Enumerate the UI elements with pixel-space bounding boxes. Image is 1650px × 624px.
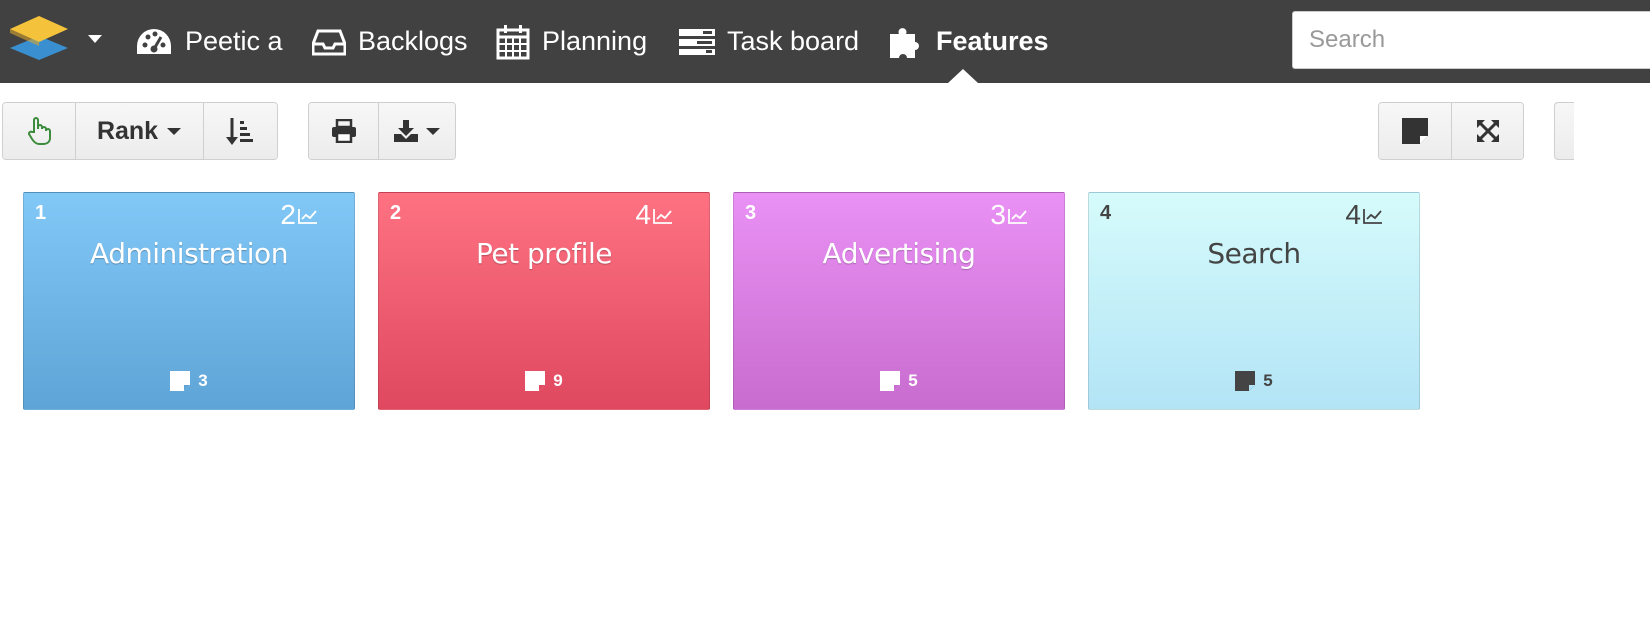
feature-card-search[interactable]: 4 4 Search 5 <box>1088 192 1420 410</box>
nav-project[interactable]: Peetic a <box>135 0 283 83</box>
feature-title: Pet profile <box>476 237 612 270</box>
feature-rank: 1 <box>35 202 47 224</box>
feature-rank: 3 <box>745 202 757 224</box>
print-icon <box>331 119 356 143</box>
feature-story-count: 5 <box>908 371 918 390</box>
sticky-note-icon <box>1402 118 1428 144</box>
more-options-button[interactable] <box>1554 102 1574 160</box>
feature-title: Advertising <box>822 237 976 270</box>
calendar-icon <box>496 24 530 59</box>
select-mode-button[interactable] <box>3 103 77 159</box>
feature-card-advertising[interactable]: 3 3 Advertising 5 <box>733 192 1065 410</box>
sticky-note-icon <box>525 371 546 391</box>
nav-item-label: Features <box>936 26 1049 56</box>
tasks-icon <box>679 28 715 55</box>
line-chart-icon <box>1008 209 1027 224</box>
line-chart-icon <box>653 209 672 224</box>
feature-stories: 3 <box>24 371 354 391</box>
nav-item-label: Task board <box>727 26 860 56</box>
sort-icon <box>226 118 254 145</box>
app-logo-icon[interactable] <box>8 14 70 64</box>
line-chart-icon <box>1363 209 1382 224</box>
feature-story-count: 9 <box>553 371 563 390</box>
hand-pointer-icon <box>28 117 52 145</box>
feature-points: 4 <box>1345 199 1361 230</box>
nav-item-backlogs[interactable]: Backlogs <box>312 0 468 83</box>
top-navbar: Peetic a Backlogs Planning Task board Fe… <box>0 0 1650 83</box>
feature-story-count: 3 <box>198 371 208 390</box>
nav-item-label: Planning <box>542 26 648 56</box>
feature-stories: 5 <box>734 371 1064 391</box>
expand-icon <box>1476 120 1499 142</box>
feature-points: 4 <box>635 199 651 230</box>
nav-item-label: Backlogs <box>358 26 468 56</box>
feature-card-administration[interactable]: 1 2 Administration 3 <box>23 192 355 410</box>
search-input[interactable] <box>1292 11 1650 69</box>
rank-label: Rank <box>96 116 159 145</box>
sticky-note-icon <box>170 371 191 391</box>
download-dropdown-button[interactable] <box>379 103 455 159</box>
chevron-down-icon[interactable] <box>86 30 104 48</box>
postit-size-button[interactable] <box>1379 103 1452 159</box>
puzzle-icon <box>890 27 919 58</box>
feature-points: 2 <box>280 199 296 230</box>
nav-item-planning[interactable]: Planning <box>496 0 647 83</box>
download-icon <box>394 120 419 142</box>
feature-title: Search <box>1207 237 1301 270</box>
feature-story-count: 5 <box>1263 371 1273 390</box>
feature-card-pet-profile[interactable]: 2 4 Pet profile 9 <box>378 192 710 410</box>
toolbar-group-export <box>308 102 456 160</box>
toolbar-group-view: Rank <box>2 102 278 160</box>
active-nav-pointer <box>948 69 978 83</box>
sort-button[interactable] <box>203 103 277 159</box>
nav-project-label: Peetic a <box>185 26 283 56</box>
sticky-note-icon <box>880 371 901 391</box>
inbox-icon <box>312 29 346 55</box>
feature-stories: 5 <box>1089 371 1419 391</box>
nav-item-task-board[interactable]: Task board <box>679 0 859 83</box>
feature-rank: 2 <box>390 202 402 224</box>
dashboard-icon <box>137 28 171 54</box>
toolbar-group-display <box>1378 102 1524 160</box>
feature-title: Administration <box>90 237 288 270</box>
print-button[interactable] <box>309 103 380 159</box>
feature-rank: 4 <box>1100 202 1112 224</box>
chevron-down-icon <box>426 128 441 135</box>
feature-points: 3 <box>990 199 1006 230</box>
fullscreen-button[interactable] <box>1452 103 1523 159</box>
rank-dropdown-button[interactable]: Rank <box>76 103 204 159</box>
sticky-note-icon <box>1235 371 1256 391</box>
line-chart-icon <box>298 209 317 224</box>
chevron-down-icon <box>167 128 182 135</box>
feature-stories: 9 <box>379 371 709 391</box>
